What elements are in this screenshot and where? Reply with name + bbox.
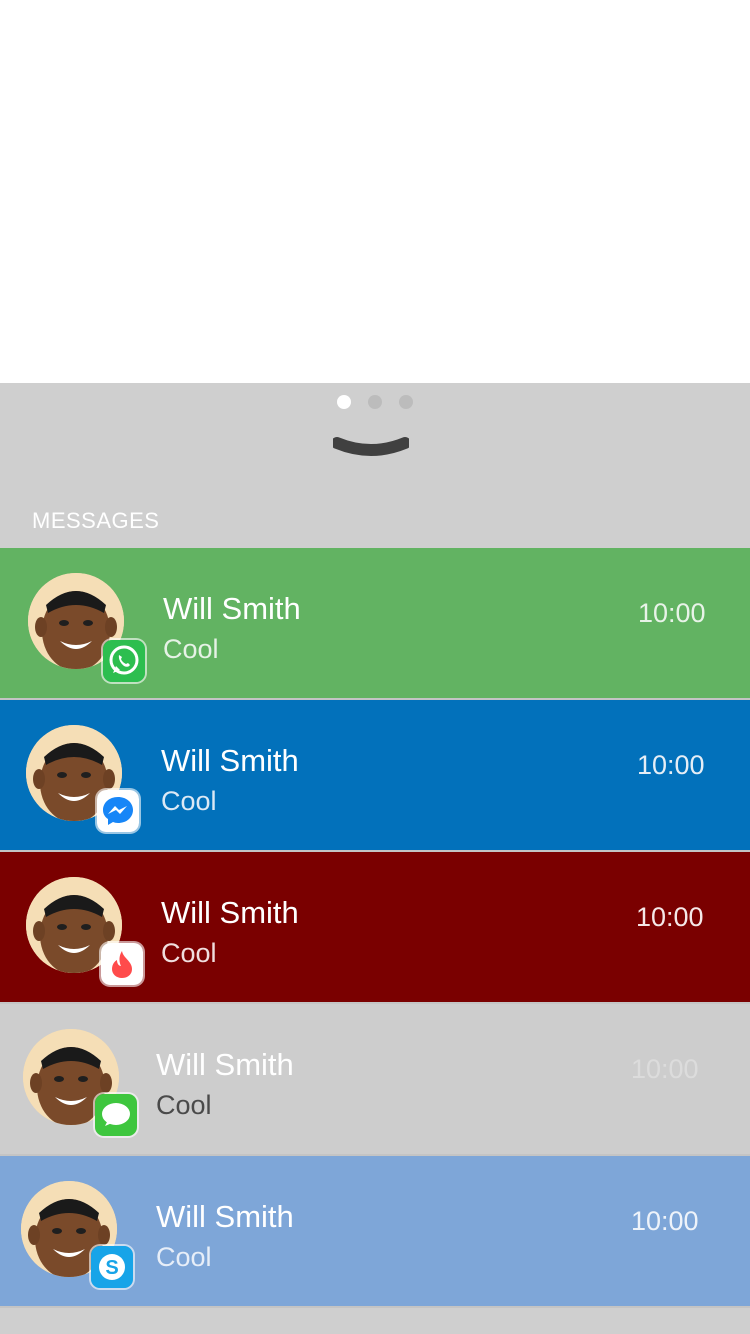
message-row[interactable]: S Will Smith Cool 10:00 xyxy=(0,1156,750,1308)
contact-name: Will Smith xyxy=(161,895,299,930)
svg-text:S: S xyxy=(105,1257,118,1279)
messenger-icon xyxy=(97,790,139,832)
imessage-icon xyxy=(95,1094,137,1136)
message-time: 10:00 xyxy=(636,902,704,932)
drag-handle-icon[interactable] xyxy=(333,435,409,463)
message-row[interactable]: Will Smith Cool 10:00 xyxy=(0,700,750,852)
messages-panel: MESSAGES Will Smith Cool 10:00 Will Smit… xyxy=(0,383,750,1334)
contact-name: Will Smith xyxy=(156,1199,294,1234)
message-preview: Cool xyxy=(156,1242,212,1272)
page-dot-3[interactable] xyxy=(399,395,413,409)
message-time: 10:00 xyxy=(631,1206,699,1236)
message-row[interactable]: Will Smith Cool 10:00 xyxy=(0,548,750,700)
message-preview: Cool xyxy=(156,1090,212,1120)
message-time: 10:00 xyxy=(638,598,706,628)
message-preview: Cool xyxy=(163,634,219,664)
message-row[interactable]: Will Smith Cool 10:00 xyxy=(0,852,750,1004)
contact-name: Will Smith xyxy=(163,591,301,626)
page-indicator[interactable] xyxy=(0,395,750,411)
skype-icon: S xyxy=(91,1246,133,1288)
message-time: 10:00 xyxy=(637,750,705,780)
contact-name: Will Smith xyxy=(156,1047,294,1082)
page-dot-1[interactable] xyxy=(337,395,351,409)
message-preview: Cool xyxy=(161,786,217,816)
message-preview: Cool xyxy=(161,938,217,968)
message-time: 10:00 xyxy=(631,1054,699,1084)
top-content-area xyxy=(0,0,750,383)
message-list: Will Smith Cool 10:00 Will Smith Cool 10… xyxy=(0,548,750,1308)
whatsapp-icon xyxy=(103,640,145,682)
message-row[interactable]: Will Smith Cool 10:00 xyxy=(0,1004,750,1156)
contact-name: Will Smith xyxy=(161,743,299,778)
section-title: MESSAGES xyxy=(32,508,160,533)
tinder-icon xyxy=(101,943,143,985)
page-dot-2[interactable] xyxy=(368,395,382,409)
